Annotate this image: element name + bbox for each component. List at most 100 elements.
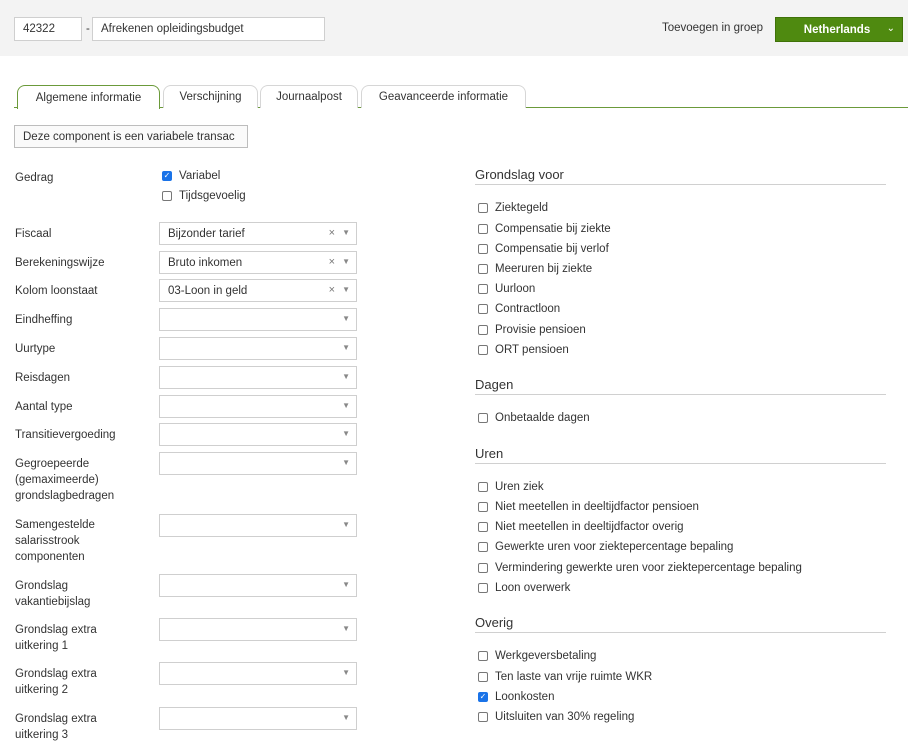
checkbox[interactable] bbox=[478, 264, 488, 274]
checkbox[interactable] bbox=[478, 672, 488, 682]
dropdown-arrow-icon[interactable]: ▼ bbox=[342, 228, 350, 237]
checkbox[interactable] bbox=[478, 563, 488, 573]
checkbox[interactable] bbox=[478, 345, 488, 355]
dropdown-arrow-icon[interactable]: ▼ bbox=[342, 257, 350, 266]
checkbox[interactable] bbox=[478, 325, 488, 335]
tab-label: Geavanceerde informatie bbox=[378, 91, 509, 103]
select-value: 03-Loon in geld bbox=[168, 284, 248, 297]
dropdown-arrow-icon[interactable]: ▼ bbox=[342, 458, 350, 467]
clear-icon[interactable]: × bbox=[329, 284, 335, 296]
checkbox[interactable] bbox=[478, 244, 488, 254]
clear-icon[interactable]: × bbox=[329, 256, 335, 268]
checkbox[interactable] bbox=[478, 522, 488, 532]
eindheffing-label: Eindheffing bbox=[15, 314, 73, 326]
berekeningswijze-select[interactable]: Bruto inkomen × ▼ bbox=[159, 251, 357, 274]
dropdown-arrow-icon[interactable]: ▼ bbox=[342, 401, 350, 410]
transitievergoeding-label: Transitievergoeding bbox=[15, 429, 116, 441]
tab-algemene-informatie[interactable]: Algemene informatie bbox=[17, 85, 160, 109]
checkbox[interactable] bbox=[478, 583, 488, 593]
checkbox[interactable] bbox=[478, 542, 488, 552]
samengestelde-componenten-label: Samengestelde salarisstrook componenten bbox=[15, 519, 95, 563]
checkbox-row[interactable]: ORT pensioen bbox=[478, 344, 569, 356]
checkbox-row[interactable]: Gewerkte uren voor ziektepercentage bepa… bbox=[478, 541, 733, 553]
checkbox[interactable] bbox=[162, 191, 172, 201]
fiscaal-select[interactable]: Bijzonder tarief × ▼ bbox=[159, 222, 357, 245]
tijdsgevoelig-checkbox-row[interactable]: Tijdsgevoelig bbox=[162, 190, 246, 202]
checkbox[interactable] bbox=[478, 712, 488, 722]
checkbox-label: Niet meetellen in deeltijdfactor overig bbox=[495, 521, 684, 533]
variabel-checkbox-row[interactable]: ✓ Variabel bbox=[162, 170, 220, 182]
checkbox-row[interactable]: Vermindering gewerkte uren voor ziektepe… bbox=[478, 562, 802, 574]
dropdown-arrow-icon[interactable]: ▼ bbox=[342, 372, 350, 381]
section-title-overig: Overig bbox=[475, 615, 514, 630]
checkbox-row[interactable]: Compensatie bij ziekte bbox=[478, 223, 611, 235]
checkbox-row[interactable]: Ziektegeld bbox=[478, 202, 548, 214]
transitievergoeding-select[interactable]: ▼ bbox=[159, 423, 357, 446]
checkbox[interactable] bbox=[478, 304, 488, 314]
checkbox-row[interactable]: Compensatie bij verlof bbox=[478, 243, 609, 255]
checkbox-row[interactable]: Uren ziek bbox=[478, 481, 544, 493]
checkbox-row[interactable]: Loon overwerk bbox=[478, 582, 570, 594]
grondslag-extra-uitkering-2-select[interactable]: ▼ bbox=[159, 662, 357, 685]
checkbox-row[interactable]: Provisie pensioen bbox=[478, 324, 586, 336]
dropdown-arrow-icon[interactable]: ▼ bbox=[342, 314, 350, 323]
samengestelde-componenten-select[interactable]: ▼ bbox=[159, 514, 357, 537]
uurtype-select[interactable]: ▼ bbox=[159, 337, 357, 360]
dropdown-arrow-icon[interactable]: ▼ bbox=[342, 285, 350, 294]
grondslag-extra-uitkering-3-select[interactable]: ▼ bbox=[159, 707, 357, 730]
dropdown-arrow-icon[interactable]: ▼ bbox=[342, 580, 350, 589]
checkbox-row[interactable]: ✓ Loonkosten bbox=[478, 691, 554, 703]
checkbox-label: Ziektegeld bbox=[495, 202, 549, 214]
checkbox-row[interactable]: Uurloon bbox=[478, 283, 535, 295]
checkbox-row[interactable]: Niet meetellen in deeltijdfactor overig bbox=[478, 521, 684, 533]
checkbox[interactable] bbox=[478, 224, 488, 234]
checkbox-label: Loon overwerk bbox=[495, 582, 571, 594]
check-icon[interactable]: ✓ bbox=[478, 692, 488, 702]
dropdown-arrow-icon[interactable]: ▼ bbox=[342, 520, 350, 529]
checkbox[interactable] bbox=[478, 502, 488, 512]
section-divider bbox=[475, 463, 886, 464]
dropdown-arrow-icon[interactable]: ▼ bbox=[342, 624, 350, 633]
grondslag-vakantiebijslag-select[interactable]: ▼ bbox=[159, 574, 357, 597]
fiscaal-label: Fiscaal bbox=[15, 228, 52, 240]
checkbox-row[interactable]: Meeruren bij ziekte bbox=[478, 263, 592, 275]
component-code-input[interactable] bbox=[14, 17, 82, 41]
checkbox-row[interactable]: Werkgeversbetaling bbox=[478, 650, 596, 662]
checkbox-row[interactable]: Onbetaalde dagen bbox=[478, 412, 590, 424]
aantal-type-select[interactable]: ▼ bbox=[159, 395, 357, 418]
checkbox[interactable] bbox=[478, 413, 488, 423]
group-select-button[interactable]: Netherlands ⌄ bbox=[775, 17, 903, 42]
tab-verschijning[interactable]: Verschijning bbox=[163, 85, 258, 108]
dropdown-arrow-icon[interactable]: ▼ bbox=[342, 713, 350, 722]
gegroepeerde-grondslagbedragen-select[interactable]: ▼ bbox=[159, 452, 357, 475]
grondslag-extra-uitkering-1-select[interactable]: ▼ bbox=[159, 618, 357, 641]
checkbox[interactable] bbox=[478, 651, 488, 661]
checkbox[interactable] bbox=[478, 203, 488, 213]
select-value: Bruto inkomen bbox=[168, 256, 243, 269]
tab-geavanceerde-informatie[interactable]: Geavanceerde informatie bbox=[361, 85, 526, 108]
uurtype-label: Uurtype bbox=[15, 343, 56, 355]
checkbox-label: Uren ziek bbox=[495, 481, 544, 493]
kolom-loonstaat-label: Kolom loonstaat bbox=[15, 285, 98, 297]
kolom-loonstaat-select[interactable]: 03-Loon in geld × ▼ bbox=[159, 279, 357, 302]
dropdown-arrow-icon[interactable]: ▼ bbox=[342, 668, 350, 677]
checkbox-row[interactable]: Uitsluiten van 30% regeling bbox=[478, 711, 634, 723]
checkbox[interactable] bbox=[478, 482, 488, 492]
checkbox-label: Onbetaalde dagen bbox=[495, 412, 590, 424]
section-divider bbox=[475, 184, 886, 185]
dropdown-arrow-icon[interactable]: ▼ bbox=[342, 343, 350, 352]
checkbox-label: Uitsluiten van 30% regeling bbox=[495, 711, 635, 723]
grondslag-extra-uitkering-3-label: Grondslag extra uitkering 3 bbox=[15, 713, 97, 741]
dropdown-arrow-icon[interactable]: ▼ bbox=[342, 429, 350, 438]
checkbox-row[interactable]: Niet meetellen in deeltijdfactor pensioe… bbox=[478, 501, 699, 513]
variable-transaction-button[interactable]: Deze component is een variabele transac bbox=[14, 125, 248, 148]
checkbox[interactable] bbox=[478, 284, 488, 294]
clear-icon[interactable]: × bbox=[329, 227, 335, 239]
checkbox-row[interactable]: Ten laste van vrije ruimte WKR bbox=[478, 671, 652, 683]
component-name-input[interactable] bbox=[92, 17, 325, 41]
reisdagen-select[interactable]: ▼ bbox=[159, 366, 357, 389]
checkbox-row[interactable]: Contractloon bbox=[478, 303, 560, 315]
tab-journaalpost[interactable]: Journaalpost bbox=[260, 85, 358, 108]
check-icon[interactable]: ✓ bbox=[162, 171, 172, 181]
eindheffing-select[interactable]: ▼ bbox=[159, 308, 357, 331]
